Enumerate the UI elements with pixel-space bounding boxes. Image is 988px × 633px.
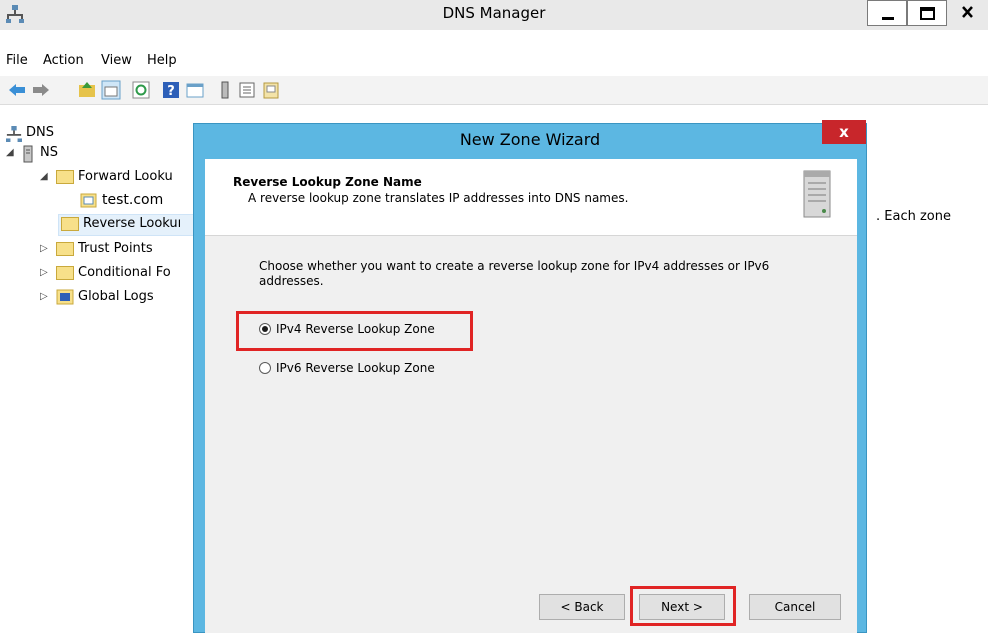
back-arrow-icon[interactable] (6, 79, 28, 101)
tree-item-conditional-forwarders[interactable]: ▷ Conditional Fo (40, 264, 200, 284)
menu-action[interactable]: Action (43, 53, 84, 68)
tree-item-ns[interactable]: ◢ NS (6, 144, 126, 164)
expand-icon[interactable]: ▷ (40, 243, 48, 254)
window-title: DNS Manager (442, 4, 546, 22)
menu-file[interactable]: File (6, 53, 28, 68)
tree-label-dns: DNS (26, 125, 54, 140)
folder-icon (56, 170, 74, 184)
export-icon[interactable] (260, 79, 282, 101)
tree-label-reverse-lookup: Reverse Lookuı (83, 216, 182, 231)
properties-icon[interactable] (184, 79, 206, 101)
server-icon (23, 145, 33, 163)
tree-label-forward-lookup: Forward Looku (78, 169, 173, 184)
list-icon[interactable] (236, 79, 258, 101)
tree-label-trust-points: Trust Points (78, 241, 153, 256)
cancel-button[interactable]: Cancel (749, 594, 841, 620)
collapse-icon[interactable]: ◢ (40, 171, 48, 182)
tree-label-test-com: test.com (102, 192, 164, 208)
ipv6-option[interactable]: IPv6 Reverse Lookup Zone (259, 361, 469, 377)
server-icon[interactable] (214, 79, 236, 101)
menu-view[interactable]: View (101, 53, 132, 68)
folder-icon (56, 242, 74, 256)
minimize-button[interactable] (867, 0, 907, 26)
console-tree-icon[interactable] (100, 79, 122, 101)
details-pane-text: . Each zone (876, 209, 951, 224)
help-icon[interactable]: ? (160, 79, 182, 101)
menu-help[interactable]: Help (147, 53, 177, 68)
ipv6-radio[interactable] (259, 362, 271, 374)
folder-up-icon[interactable] (76, 79, 98, 101)
tree-label-conditional-forwarders: Conditional Fo (78, 265, 171, 280)
ipv6-label: IPv6 Reverse Lookup Zone (276, 361, 435, 375)
wizard-page-description: A reverse lookup zone translates IP addr… (248, 191, 629, 205)
toolbar: ? (0, 76, 988, 105)
tree-item-dns[interactable]: DNS (6, 124, 126, 144)
maximize-button[interactable] (907, 0, 947, 26)
zone-icon (80, 193, 97, 208)
close-window-button[interactable] (947, 0, 988, 26)
tree-item-trust-points[interactable]: ▷ Trust Points (40, 240, 200, 260)
tree-item-global-logs[interactable]: ▷ Global Logs (40, 288, 200, 308)
folder-icon (61, 217, 79, 231)
tree-label-global-logs: Global Logs (78, 289, 154, 304)
expand-icon[interactable]: ▷ (40, 291, 48, 302)
forward-arrow-icon[interactable] (30, 79, 52, 101)
server-tower-icon (803, 170, 831, 218)
folder-icon (56, 266, 74, 280)
wizard-close-button[interactable]: x (822, 120, 866, 144)
wizard-prompt: Choose whether you want to create a reve… (259, 259, 770, 288)
collapse-icon[interactable]: ◢ (6, 147, 14, 158)
annotation-highlight-next (630, 586, 736, 626)
tree-item-reverse-lookup[interactable]: Reverse Lookuı (58, 214, 195, 236)
logs-icon (56, 289, 74, 305)
tree-label-ns: NS (40, 145, 58, 160)
tree-item-forward-lookup[interactable]: ◢ Forward Looku (40, 168, 200, 188)
tree-item-test-com[interactable]: test.com (80, 191, 200, 211)
expand-icon[interactable]: ▷ (40, 267, 48, 278)
menu-bar: File Action View Help (0, 50, 988, 74)
svg-text:?: ? (167, 84, 175, 99)
refresh-icon[interactable] (130, 79, 152, 101)
annotation-highlight-ipv4 (236, 311, 473, 351)
wizard-page-title: Reverse Lookup Zone Name (233, 175, 422, 189)
wizard-title: New Zone Wizard (459, 130, 601, 149)
back-button[interactable]: < Back (539, 594, 625, 620)
dns-icon (6, 126, 22, 142)
